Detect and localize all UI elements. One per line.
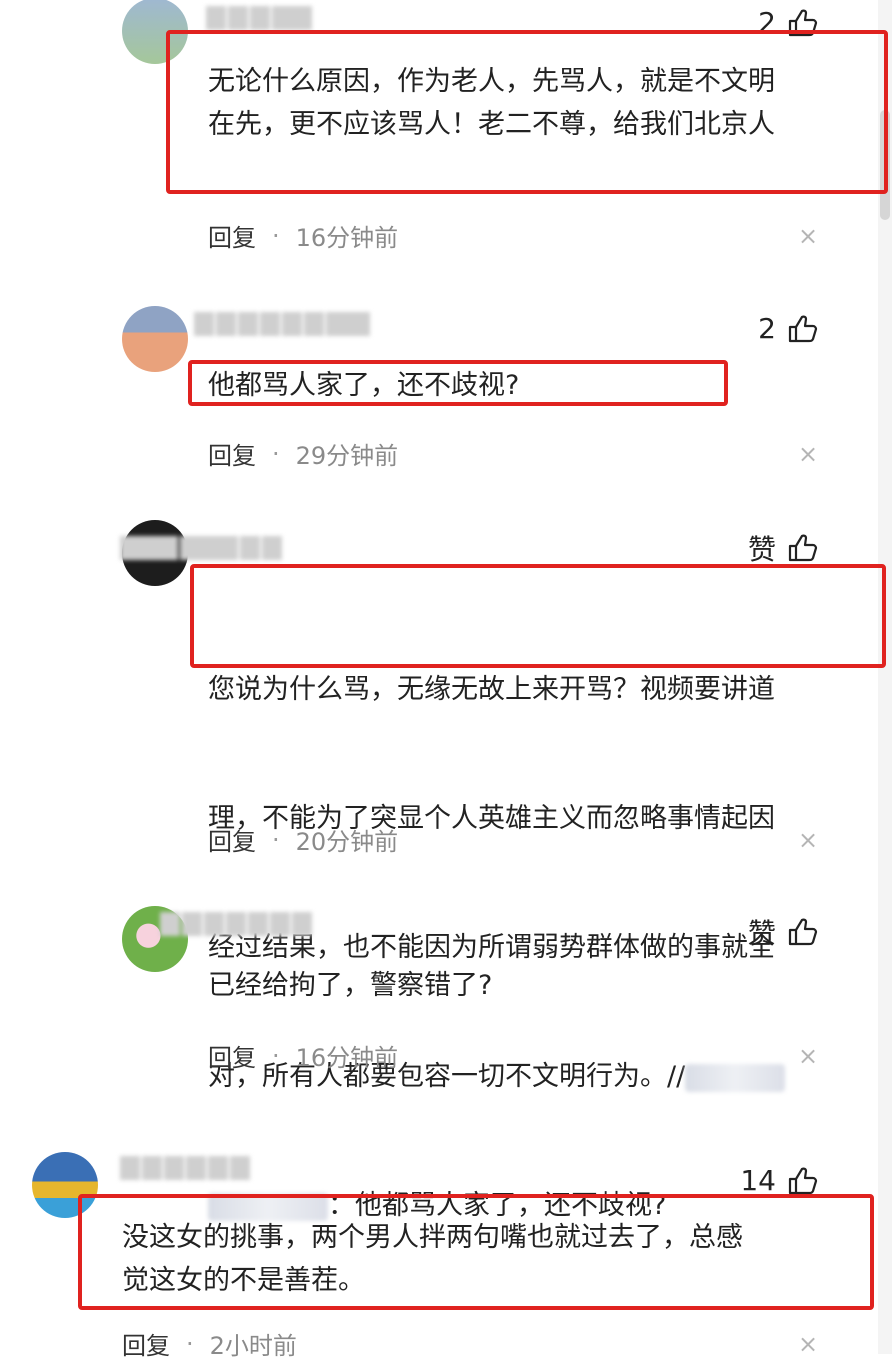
thumbs-up-icon <box>786 916 818 948</box>
comment-text-line: 您说为什么骂，无缘无故上来开骂？视频要讲道 <box>208 674 775 705</box>
like-button[interactable]: 赞 <box>748 912 818 952</box>
like-label: 赞 <box>747 917 776 950</box>
like-button[interactable]: 2 <box>758 312 818 345</box>
thumbs-up-icon <box>786 1165 818 1197</box>
close-icon[interactable]: × <box>798 1042 818 1070</box>
like-count: 14 <box>740 1164 776 1197</box>
comment-item: 14 没这女的挑事，两个男人拌两句嘴也就过去了，总感 觉这女的不是善茬。 回复 … <box>0 1140 878 1360</box>
username-blurred[interactable] <box>206 6 314 30</box>
reply-button[interactable]: 回复 <box>122 1326 170 1361</box>
close-icon[interactable]: × <box>798 440 818 468</box>
like-button[interactable]: 14 <box>740 1164 818 1197</box>
reply-button[interactable]: 回复 <box>208 218 256 253</box>
scrollbar-track[interactable] <box>878 0 892 1354</box>
close-icon[interactable]: × <box>798 826 818 854</box>
separator-dot: · <box>272 439 280 468</box>
username-blurred[interactable] <box>120 1156 252 1180</box>
scrollbar-thumb[interactable] <box>880 110 890 220</box>
separator-dot: · <box>272 825 280 854</box>
comment-timestamp: 20分钟前 <box>295 828 399 856</box>
reply-button[interactable]: 回复 <box>208 822 256 857</box>
comment-text: 没这女的挑事，两个男人拌两句嘴也就过去了，总感 觉这女的不是善茬。 <box>122 1222 743 1296</box>
comment-timestamp: 2小时前 <box>209 1332 297 1360</box>
comment-item: 赞 已经给拘了，警察错了? 回复 · 16分钟前 × <box>0 900 878 1100</box>
separator-dot: · <box>272 221 280 250</box>
comment-meta: 回复 · 2小时前 <box>122 1326 297 1361</box>
username-blurred[interactable] <box>194 312 372 336</box>
comment-text: 无论什么原因，作为老人，先骂人，就是不文明 在先，更不应该骂人！老二不尊，给我们… <box>208 66 775 140</box>
comment-meta: 回复 · 16分钟前 <box>208 1038 398 1073</box>
comment-timestamp: 16分钟前 <box>295 224 399 252</box>
reply-button[interactable]: 回复 <box>208 1038 256 1073</box>
comment-meta: 回复 · 16分钟前 <box>208 218 398 253</box>
reply-button[interactable]: 回复 <box>208 436 256 471</box>
username-blurred[interactable] <box>160 912 314 936</box>
separator-dot: · <box>186 1329 194 1358</box>
like-button[interactable]: 2 <box>758 6 818 39</box>
comment-text: 已经给拘了，警察错了? <box>208 970 493 1001</box>
avatar[interactable] <box>122 0 188 64</box>
thumbs-up-icon <box>786 532 818 564</box>
comment-item: 2 无论什么原因，作为老人，先骂人，就是不文明 在先，更不应该骂人！老二不尊，给… <box>0 0 878 260</box>
comment-text: 他都骂人家了，还不歧视? <box>208 370 520 401</box>
comment-meta: 回复 · 29分钟前 <box>208 436 398 471</box>
separator-dot: · <box>272 1041 280 1070</box>
like-count: 2 <box>758 312 776 345</box>
like-button[interactable]: 赞 <box>748 528 818 568</box>
comment-timestamp: 16分钟前 <box>295 1044 399 1072</box>
comment-meta: 回复 · 20分钟前 <box>208 822 398 857</box>
close-icon[interactable]: × <box>798 222 818 250</box>
thumbs-up-icon <box>786 313 818 345</box>
like-label: 赞 <box>747 533 776 566</box>
username-blurred[interactable] <box>120 536 284 560</box>
comment-item: 2 他都骂人家了，还不歧视? 回复 · 29分钟前 × <box>0 300 878 480</box>
like-count: 2 <box>758 6 776 39</box>
comment-timestamp: 29分钟前 <box>295 442 399 470</box>
avatar[interactable] <box>32 1152 98 1218</box>
thumbs-up-icon <box>786 7 818 39</box>
avatar[interactable] <box>122 306 188 372</box>
comment-item: 赞 您说为什么骂，无缘无故上来开骂？视频要讲道 理，不能为了突显个人英雄主义而忽… <box>0 510 878 1221</box>
